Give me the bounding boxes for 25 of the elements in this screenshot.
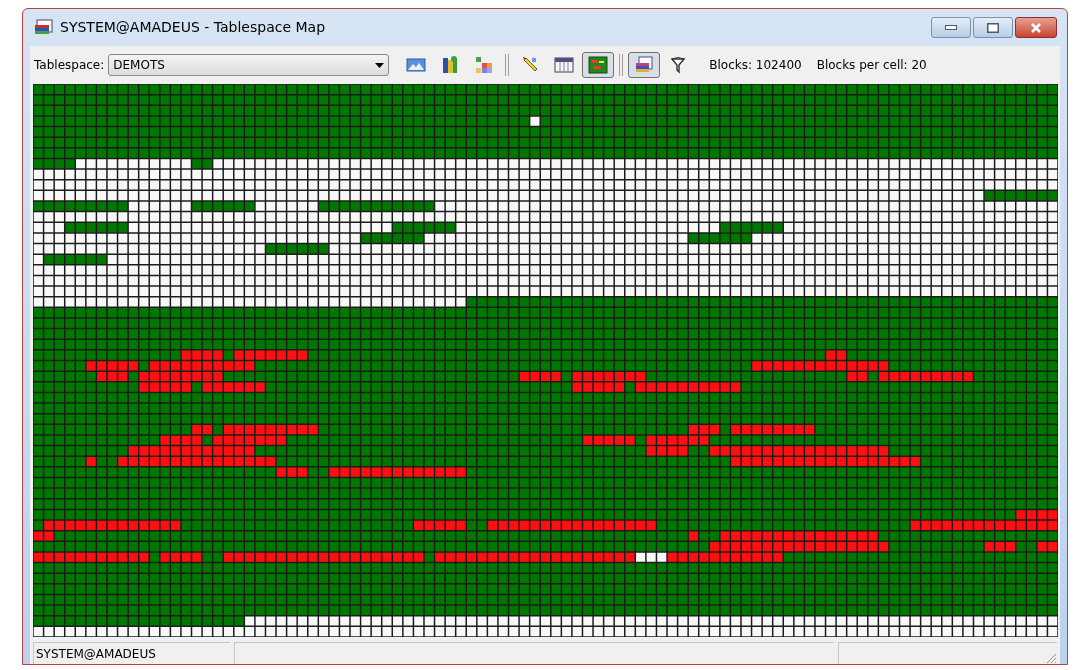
minimize-icon bbox=[945, 25, 957, 30]
resize-grip-icon bbox=[1045, 652, 1057, 664]
toolbar-button[interactable] bbox=[628, 52, 661, 78]
dropdown-caret-icon bbox=[375, 62, 385, 68]
table-icon bbox=[554, 57, 575, 73]
app-icon bbox=[34, 18, 54, 37]
minimize-button[interactable] bbox=[931, 17, 971, 38]
blocks-count: Blocks: 102400 bbox=[709, 57, 802, 74]
window-title: SYSTEM@AMADEUS - Tablespace Map bbox=[60, 18, 325, 37]
tablespace-label: Tablespace: bbox=[34, 57, 105, 74]
map-grid-icon bbox=[588, 56, 609, 74]
toolbar-button[interactable] bbox=[582, 52, 615, 78]
close-button[interactable] bbox=[1015, 17, 1057, 38]
maximize-button[interactable] bbox=[973, 17, 1013, 38]
stacked-boxes-icon bbox=[441, 55, 460, 75]
status-text: SYSTEM@AMADEUS bbox=[36, 645, 156, 663]
filter-icon bbox=[671, 56, 686, 74]
blocks-per-cell-text: Blocks per cell: 20 bbox=[816, 57, 927, 74]
close-icon bbox=[1030, 22, 1042, 33]
database-icon bbox=[634, 55, 655, 75]
tablespace-dropdown[interactable]: DEMOTS bbox=[108, 54, 390, 76]
picture-icon bbox=[406, 57, 427, 73]
pencil-icon bbox=[521, 56, 540, 74]
tiles-icon bbox=[475, 56, 494, 74]
maximize-icon bbox=[987, 22, 999, 33]
